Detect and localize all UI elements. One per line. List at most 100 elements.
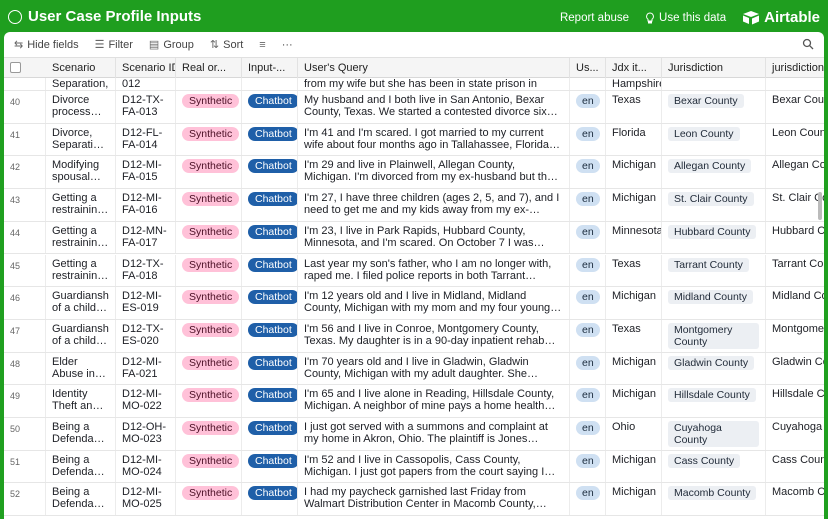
table-row[interactable]: 44 Getting a restraining or ... D12-MN-FA-… — [4, 221, 824, 255]
table-row[interactable]: 40 Divorce process and types in ... D12-TX… — [4, 91, 824, 124]
input-type-tag: Chatbot — [248, 355, 297, 370]
jurisdiction-tag: Tarrant County — [668, 257, 749, 272]
scenario-id-cell: D12-FL-FA-014 — [122, 126, 163, 151]
input-type-tag: Chatbot — [248, 421, 297, 435]
table-row[interactable]: 50 Being a Defendant in a... D12-OH-MO-023… — [4, 418, 824, 451]
table-row[interactable]: 41 Divorce, Separation, an... D12-FL-FA-01… — [4, 123, 824, 157]
column-header[interactable]: User's Query — [298, 58, 570, 78]
scenario-id-cell: D12-TX-FA-018 — [122, 257, 164, 282]
use-this-data-button[interactable]: Use this data — [645, 12, 726, 24]
airtable-brand-text: Airtable — [764, 9, 820, 26]
scenario-id-cell: D12-MI-MO-022 — [122, 388, 162, 413]
jurisdiction-tag: Midland County — [668, 290, 753, 305]
language-tag: en — [576, 355, 600, 370]
scenario-cell: Being a Defendant in a... — [52, 453, 103, 478]
jdx-cell: Michigan — [612, 486, 657, 499]
column-header[interactable]: Us... — [570, 58, 606, 78]
scenario-cell: Modifying spousal suppo... — [52, 159, 100, 184]
row-number: 50 — [10, 424, 21, 434]
language-tag: en — [576, 159, 600, 174]
select-all-checkbox[interactable] — [10, 62, 21, 73]
sort-button[interactable]: ⇅ Sort — [209, 38, 243, 52]
table-row-partial[interactable]: Separation, an... 012 from my wife but she… — [4, 78, 824, 91]
real-or-synthetic-tag: Synthetic — [182, 94, 240, 108]
jdx-cell: Texas — [612, 322, 641, 335]
row-height-icon: ≡ — [259, 38, 266, 51]
table-row[interactable]: 51 Being a Defendant in a... D12-MI-MO-024… — [4, 450, 824, 484]
records-grid: Scenario Scenario ID Real or... Input-... Us… — [4, 58, 824, 519]
jurisdiction-tag: Cass County — [668, 453, 741, 468]
language-tag: en — [576, 453, 600, 468]
jdx-cell: Michigan — [612, 159, 657, 172]
table-row[interactable]: 45 Getting a restraining or ... D12-TX-FA-… — [4, 254, 824, 288]
jurisdiction-home-cell: Bexar County — [772, 94, 824, 106]
row-height-button[interactable]: ≡ — [259, 39, 265, 51]
table-row[interactable]: 42 Modifying spousal suppo... D12-MI-FA-01… — [4, 156, 824, 190]
scenario-id-cell: D12-MI-FA-016 — [122, 192, 162, 217]
user-query-cell: I'm 65 and I live alone in Reading, Hill… — [304, 388, 555, 413]
language-tag: en — [576, 421, 600, 435]
jurisdiction-tag: Montgomery County — [668, 322, 759, 349]
scenario-id-cell: 012 — [122, 78, 141, 90]
row-number: 40 — [10, 97, 21, 107]
table-row[interactable]: 52 Being a Defendant in a... D12-MI-MO-025… — [4, 483, 824, 517]
user-query-cell: I'm 56 and I live in Conroe, Montgomery … — [304, 322, 545, 347]
column-header[interactable]: Scenario — [46, 58, 116, 78]
airtable-icon — [743, 11, 760, 25]
table-row[interactable]: 47 Guardianship of a child (under ... D12-… — [4, 319, 824, 353]
jurisdiction-tag: St. Clair County — [668, 192, 754, 207]
column-header[interactable]: Jdx it... — [606, 58, 662, 78]
user-query-cell: from my wife but she has been in state p… — [304, 78, 537, 90]
real-or-synthetic-tag: Synthetic — [182, 421, 240, 435]
row-number: 46 — [10, 293, 21, 304]
user-query-cell: My husband and I both live in San Antoni… — [304, 94, 547, 118]
table-row[interactable]: 46 Guardianship of a child (under ... D12-… — [4, 287, 824, 320]
user-query-cell: Last year my son's father, who I am no l… — [304, 257, 552, 282]
airtable-logo[interactable]: Airtable — [742, 9, 820, 26]
lightbulb-icon — [646, 11, 654, 23]
jdx-cell: Michigan — [612, 453, 657, 466]
hide-fields-button[interactable]: ⇆ Hide fields — [14, 38, 79, 52]
jdx-cell: Florida — [612, 126, 646, 139]
row-number: 45 — [10, 260, 21, 271]
hide-fields-icon: ⇆ — [14, 39, 24, 51]
filter-button[interactable]: ☰ Filter — [94, 38, 133, 52]
scenario-id-cell: D12-TX-FA-013 — [122, 94, 164, 118]
input-type-tag: Chatbot — [248, 159, 297, 174]
scenario-cell: Separation, an... — [52, 78, 109, 90]
input-type-tag: Chatbot — [248, 453, 297, 468]
app-title-text: User Case Profile Inputs — [28, 8, 202, 25]
table-row[interactable]: 49 Identity Theft and Lost Credi... D12-MI… — [4, 385, 824, 418]
table-row[interactable]: 48 Elder Abuse in Gladwin Count... D12-MI-… — [4, 352, 824, 386]
user-query-cell: I had my paycheck garnished last Friday … — [304, 486, 536, 511]
scenario-cell: Getting a restraining or ... — [52, 192, 104, 217]
jurisdiction-tag: Hubbard County — [668, 224, 757, 239]
column-header[interactable]: Input-... — [242, 58, 298, 78]
column-header[interactable]: jurisdiction-ho — [766, 58, 824, 78]
vertical-scrollbar[interactable] — [818, 192, 822, 220]
column-header[interactable]: Real or... — [176, 58, 242, 78]
table-row[interactable]: 43 Getting a restraining or ... D12-MI-FA-… — [4, 189, 824, 222]
real-or-synthetic-tag: Synthetic — [182, 322, 240, 337]
scenario-cell: Divorce, Separation, an... — [52, 126, 109, 151]
jurisdiction-tag: Gladwin County — [668, 355, 755, 370]
report-abuse-link[interactable]: Report abuse — [560, 12, 629, 24]
group-button[interactable]: ▤ Group — [149, 38, 194, 52]
column-header[interactable]: Scenario ID — [116, 58, 176, 78]
language-tag: en — [576, 388, 600, 403]
input-type-tag: Chatbot — [248, 224, 297, 239]
filter-icon: ☰ — [94, 39, 105, 51]
language-tag: en — [576, 94, 600, 108]
scenario-cell: Being a Defendant in a... — [52, 486, 103, 511]
scenario-id-cell: D12-MI-FA-015 — [122, 159, 162, 184]
real-or-synthetic-tag: Synthetic — [182, 257, 240, 272]
sort-icon: ⇅ — [209, 39, 220, 51]
search-icon[interactable] — [802, 38, 814, 50]
jurisdiction-home-cell: Leon County — [772, 126, 824, 139]
real-or-synthetic-tag: Synthetic — [182, 388, 240, 403]
scenario-id-cell: D12-TX-ES-020 — [122, 322, 164, 347]
column-header[interactable]: Jurisdiction — [662, 58, 766, 78]
input-type-tag: Chatbot — [248, 94, 297, 108]
more-options-button[interactable]: ··· — [282, 39, 293, 51]
jdx-cell: Michigan — [612, 388, 657, 401]
